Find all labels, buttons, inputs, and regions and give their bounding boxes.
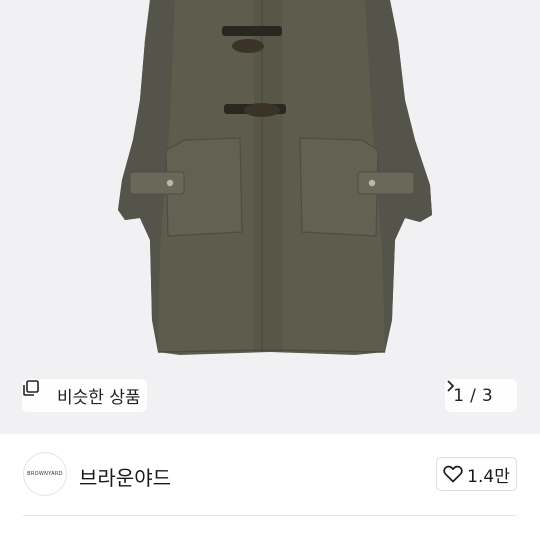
like-count: 1.4만 xyxy=(467,466,510,487)
seller-avatar[interactable]: BROWNYARD xyxy=(23,452,67,496)
seller-row[interactable]: BROWNYARD 브라운야드 1.4만 xyxy=(0,434,540,516)
divider xyxy=(23,515,517,516)
pager-total: 3 xyxy=(481,385,493,406)
coat-illustration xyxy=(118,0,432,355)
heart-outline-icon xyxy=(443,465,463,483)
copy-icon xyxy=(23,380,51,405)
chevron-right-icon xyxy=(447,380,509,403)
image-pager[interactable]: 1 / 3 xyxy=(445,379,517,412)
similar-products-button[interactable]: 비슷한 상품 xyxy=(22,379,147,412)
avatar-logo-text: BROWNYARD xyxy=(27,471,63,477)
similar-products-label: 비슷한 상품 xyxy=(57,388,141,408)
pager-separator: / xyxy=(470,385,476,406)
like-button[interactable]: 1.4만 xyxy=(436,457,517,491)
product-image[interactable]: 비슷한 상품 1 / 3 xyxy=(0,0,540,434)
seller-name[interactable]: 브라운야드 xyxy=(79,462,171,491)
